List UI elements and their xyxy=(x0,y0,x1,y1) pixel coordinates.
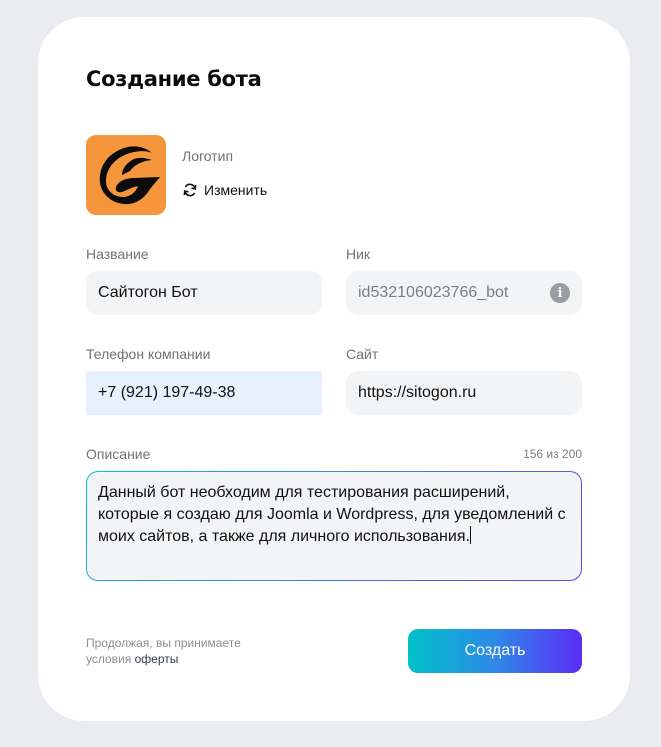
site-label: Сайт xyxy=(346,346,379,362)
logo-label: Логотип xyxy=(182,148,234,164)
change-logo-label: Изменить xyxy=(204,182,268,198)
refresh-icon xyxy=(183,183,197,197)
bot-logo xyxy=(86,135,166,215)
offer-link[interactable]: оферты xyxy=(135,652,179,666)
description-label: Описание xyxy=(86,446,151,462)
description-text-area[interactable]: Данный бот необходим для тестирования ра… xyxy=(87,472,581,580)
character-counter: 156 из 200 xyxy=(523,447,582,461)
description-textarea[interactable]: Данный бот необходим для тестирования ра… xyxy=(86,471,582,581)
page-title: Создание бота xyxy=(86,67,262,91)
nick-value: id532106023766_bot xyxy=(358,284,509,301)
name-input[interactable]: Сайтогон Бот xyxy=(86,271,322,315)
info-icon[interactable]: i xyxy=(550,283,570,303)
text-caret xyxy=(469,526,471,544)
phone-label: Телефон компании xyxy=(86,346,211,362)
description-value: Данный бот необходим для тестирования ра… xyxy=(98,484,566,545)
name-label: Название xyxy=(86,246,149,262)
nick-input[interactable]: id532106023766_bot i xyxy=(346,271,582,315)
logo-icon xyxy=(99,146,160,205)
change-logo-button[interactable]: Изменить xyxy=(182,179,267,201)
nick-label: Ник xyxy=(346,246,371,262)
phone-input[interactable]: +7 (921) 197-49-38 xyxy=(86,371,322,415)
site-input[interactable]: https://sitogon.ru xyxy=(346,371,582,415)
create-bot-card: Создание бота Логотип Изменить Название … xyxy=(38,17,630,721)
terms-notice: Продолжая, вы принимаете условия оферты xyxy=(86,635,286,667)
create-button[interactable]: Создать xyxy=(408,629,582,673)
